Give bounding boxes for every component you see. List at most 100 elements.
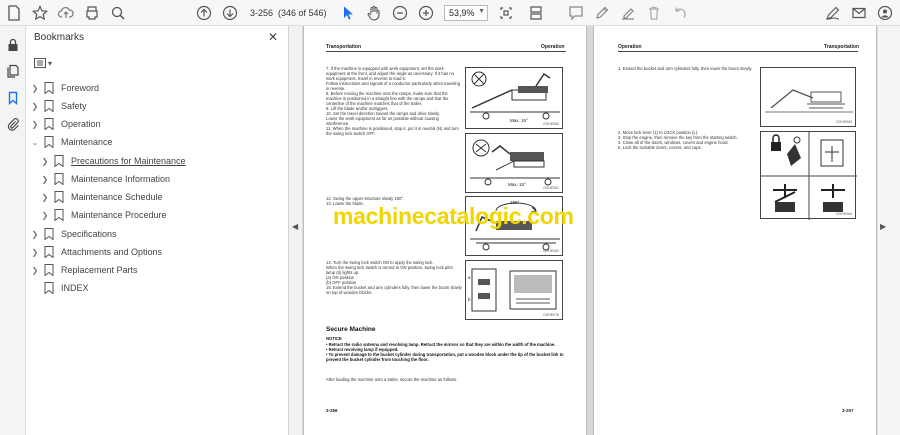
bookmark-maintenance[interactable]: ⌄ Maintenance (30, 134, 113, 150)
notice-label: NOTICE (326, 336, 342, 341)
bookmark-icon (54, 191, 64, 203)
figure-code: GXHE061 (543, 186, 559, 190)
bookmark-label: Safety (61, 101, 87, 111)
bookmark-icon (44, 246, 54, 258)
undo-icon[interactable] (671, 4, 689, 22)
notice-list: • Retract the radio antenna and revolvin… (326, 342, 564, 362)
sign-pen-icon[interactable] (824, 4, 842, 22)
bookmark-icon (44, 100, 54, 112)
chevron-right-icon[interactable]: ❯ (30, 84, 40, 93)
chevron-right-icon[interactable]: ❯ (30, 248, 40, 257)
page-3-257: Operation Transportation 1. Extend the b… (593, 26, 877, 435)
zoom-select[interactable]: 53,9% ▼ (444, 5, 488, 21)
figure-code: GXHE064 (836, 212, 852, 216)
bookmark-icon (44, 264, 54, 276)
pen-icon[interactable] (593, 4, 611, 22)
section-title: Secure Machine (326, 326, 376, 333)
left-rail (0, 26, 26, 435)
step-1: 1. Extend the bucket and arm cylinders f… (618, 66, 753, 71)
page-up-icon[interactable] (195, 4, 213, 22)
email-icon[interactable] (850, 4, 868, 22)
bookmark-maintenance-schedule[interactable]: ❯ Maintenance Schedule (40, 189, 163, 205)
chevron-right-icon[interactable]: ❯ (40, 157, 50, 166)
chevron-right-icon[interactable]: ❯ (30, 120, 40, 129)
bookmark-options-button[interactable]: ▾ (34, 56, 56, 70)
print-icon[interactable] (83, 4, 101, 22)
upload-cloud-icon[interactable] (57, 4, 75, 22)
bookmark-specifications[interactable]: ❯ Specifications (30, 226, 117, 242)
steps-7-11: 7. If the machine is equipped with work … (326, 66, 461, 136)
chevron-down-icon: ▾ (48, 58, 53, 68)
fit-page-icon[interactable] (497, 4, 515, 22)
bookmark-label: Maintenance Schedule (71, 192, 163, 202)
figure-trailer-travel: Max. 15° GXHE061 (465, 133, 563, 193)
account-icon[interactable] (876, 4, 894, 22)
bookmark-index[interactable]: INDEX (30, 280, 89, 296)
zoom-out-icon[interactable] (391, 4, 409, 22)
bookmark-icon[interactable] (4, 89, 22, 107)
chevron-right-icon[interactable]: ❯ (40, 211, 50, 220)
page-header-left: Transportation (326, 44, 362, 50)
bookmark-label: Attachments and Options (61, 247, 163, 257)
list-icon (34, 58, 46, 68)
bookmark-label: Foreword (61, 83, 100, 93)
figure-swing-lock-switch: a b GXHE076 (465, 260, 563, 320)
chevron-right-icon[interactable]: ❯ (30, 102, 40, 111)
chevron-right-icon[interactable]: ❯ (40, 175, 50, 184)
comment-icon[interactable] (567, 4, 585, 22)
figure-boom-lowered: GXHE063 (760, 67, 856, 127)
collapse-right-icon[interactable]: ▶ (880, 222, 886, 231)
figure-code: GXHE063 (836, 120, 852, 124)
page-number: 3-257 (842, 408, 854, 413)
figure-code: GXHE060 (543, 122, 559, 126)
page-header-right: Transportation (824, 44, 860, 50)
figure-code: GXHE076 (543, 313, 559, 317)
bookmark-maintenance-procedure[interactable]: ❯ Maintenance Procedure (40, 207, 167, 223)
bookmark-icon (44, 82, 54, 94)
chevron-right-icon[interactable]: ❯ (30, 230, 40, 239)
header-rule (618, 51, 858, 52)
hand-tool-icon[interactable] (365, 4, 383, 22)
bookmark-icon (44, 228, 54, 240)
zoom-in-icon[interactable] (417, 4, 435, 22)
chevron-right-icon[interactable]: ❯ (40, 193, 50, 202)
bookmark-replacement-parts[interactable]: ❯ Replacement Parts (30, 262, 138, 278)
bookmark-foreword[interactable]: ❯ Foreword (30, 80, 99, 96)
page-count: (346 of 546) (278, 8, 327, 18)
after-loading-text: After loading the machine onto a trailer… (326, 377, 458, 382)
page-3-256: Transportation Operation 7. If the machi… (303, 26, 587, 435)
close-icon[interactable]: ✕ (268, 30, 278, 44)
panel-title: Bookmarks (34, 32, 85, 43)
collapse-left-icon[interactable]: ◀ (292, 222, 298, 231)
bookmark-label: INDEX (61, 283, 89, 293)
chevron-right-icon[interactable]: ❯ (30, 266, 40, 275)
bookmark-maintenance-information[interactable]: ❯ Maintenance Information (40, 171, 170, 187)
document-view: Transportation Operation 7. If the machi… (303, 26, 877, 435)
document-icon[interactable] (5, 4, 23, 22)
select-cursor-icon[interactable] (339, 4, 357, 22)
page-header-left: Operation (618, 44, 642, 50)
draw-icon[interactable] (619, 4, 637, 22)
bookmark-label: Specifications (61, 229, 117, 239)
zoom-search-icon[interactable] (109, 4, 127, 22)
bookmark-label: Maintenance Procedure (71, 210, 167, 220)
chevron-down-icon[interactable]: ⌄ (30, 138, 40, 147)
bookmark-precautions[interactable]: ❯ Precautions for Maintenance (40, 153, 186, 169)
lock-icon[interactable] (4, 36, 22, 54)
page-number-input[interactable]: 3-256 (250, 5, 276, 21)
trash-icon[interactable] (645, 4, 663, 22)
scroll-mode-icon[interactable] (527, 4, 545, 22)
switch-panel-illustration (471, 268, 557, 312)
position-label-a: a (468, 275, 471, 280)
bookmark-operation[interactable]: ❯ Operation (30, 116, 101, 132)
bookmark-safety[interactable]: ❯ Safety (30, 98, 87, 114)
page-header-right: Operation (541, 44, 565, 50)
star-icon[interactable] (31, 4, 49, 22)
bookmark-label: Replacement Parts (61, 265, 138, 275)
bookmark-attachments[interactable]: ❯ Attachments and Options (30, 244, 162, 260)
attachment-icon[interactable] (4, 115, 22, 133)
angle-label: Max. 15° (508, 182, 526, 187)
bookmark-icon (44, 282, 54, 294)
pages-icon[interactable] (4, 62, 22, 80)
page-down-icon[interactable] (221, 4, 239, 22)
